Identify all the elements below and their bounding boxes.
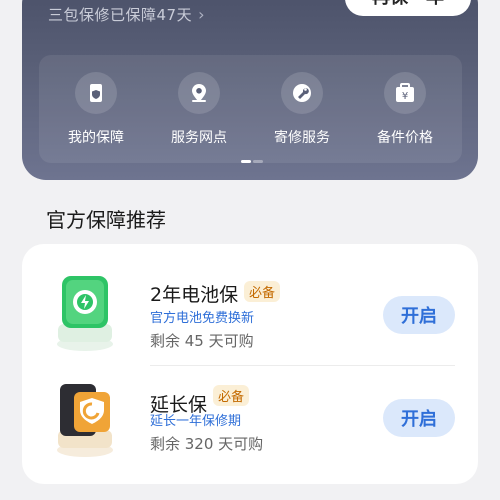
recommendation-card: 2年电池保 必备 官方电池免费换新 剩余 45 天可购 开启 延长保 必备 延长… [22, 244, 478, 484]
product-subtitle: 官方电池免费换新 [150, 311, 255, 326]
service-item-parts-price[interactable]: ¥ 备件价格 [360, 72, 450, 147]
chevron-right-icon: › [198, 5, 205, 24]
service-label: 备件价格 [377, 130, 433, 146]
service-label: 服务网点 [171, 130, 227, 146]
page-indicator-dot-active [241, 160, 251, 163]
open-extended-plan-button[interactable]: 开启 [383, 399, 455, 437]
service-item-mail-repair[interactable]: 寄修服务 [257, 72, 347, 147]
service-item-my-warranty[interactable]: 我的保障 [51, 72, 141, 147]
product-subtitle: 延长一年保修期 [150, 414, 242, 429]
service-label: 寄修服务 [274, 130, 330, 146]
guarantee-status-link[interactable]: 三包保修已保障47天 › [48, 4, 205, 25]
location-pin-icon [178, 72, 220, 114]
page-indicator [241, 148, 265, 167]
renew-warranty-button[interactable]: 再保一年 [345, 0, 471, 16]
phone-shield-icon [75, 72, 117, 114]
product-remaining: 剩余 45 天可购 [150, 332, 254, 350]
product-remaining: 剩余 320 天可购 [150, 435, 264, 453]
repair-wrench-icon [281, 72, 323, 114]
service-grid: 我的保障 服务网点 寄修服务 ¥ 备件价格 [39, 55, 462, 163]
open-battery-plan-button[interactable]: 开启 [383, 296, 455, 334]
svg-text:¥: ¥ [402, 91, 408, 102]
product-item-extended[interactable]: 延长保 必备 延长一年保修期 剩余 320 天可购 开启 [22, 364, 478, 484]
section-title: 官方保障推荐 [46, 208, 166, 232]
product-item-battery[interactable]: 2年电池保 必备 官方电池免费换新 剩余 45 天可购 开启 [22, 244, 478, 364]
extended-warranty-icon [50, 378, 120, 464]
guarantee-status-text: 三包保修已保障47天 [48, 6, 193, 24]
service-item-service-outlets[interactable]: 服务网点 [154, 72, 244, 147]
battery-shield-icon [50, 272, 120, 358]
required-badge: 必备 [213, 385, 250, 406]
toolbox-price-icon: ¥ [384, 72, 426, 114]
page-indicator-dot [253, 160, 263, 163]
service-label: 我的保障 [68, 130, 124, 146]
required-badge: 必备 [244, 281, 281, 302]
product-name: 2年电池保 [150, 284, 239, 306]
